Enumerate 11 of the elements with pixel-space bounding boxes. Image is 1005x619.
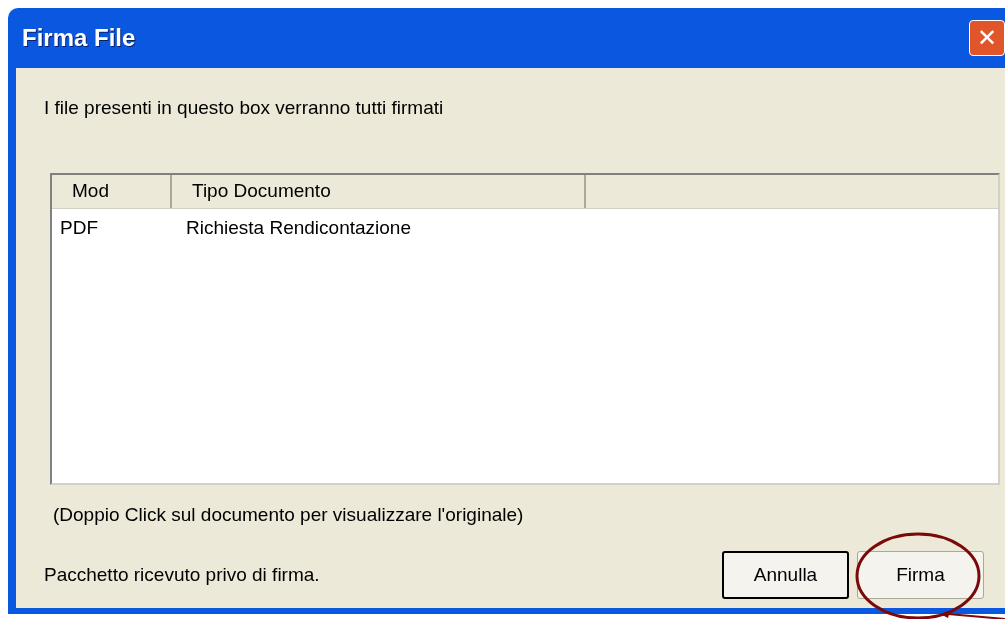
column-header[interactable]: Tipo Documento bbox=[172, 174, 586, 208]
message-text: I file presenti in questo box verranno tutti firmati bbox=[43, 96, 445, 120]
table-cell-text: PDF bbox=[59, 216, 99, 241]
column-header[interactable]: Mod bbox=[52, 174, 172, 208]
dialog-button[interactable]: Firma bbox=[857, 551, 984, 599]
close-button[interactable]: ✕ bbox=[969, 20, 1005, 56]
dialog-button[interactable]: Annulla bbox=[722, 551, 849, 599]
window-title: Firma File bbox=[21, 23, 136, 53]
status-text: Pacchetto ricevuto privo di firma. bbox=[43, 562, 321, 587]
hint-text: (Doppio Click sul documento per visualizzare l'originale) bbox=[52, 502, 525, 527]
table-cell-text: Richiesta Rendicontazione bbox=[185, 216, 411, 241]
